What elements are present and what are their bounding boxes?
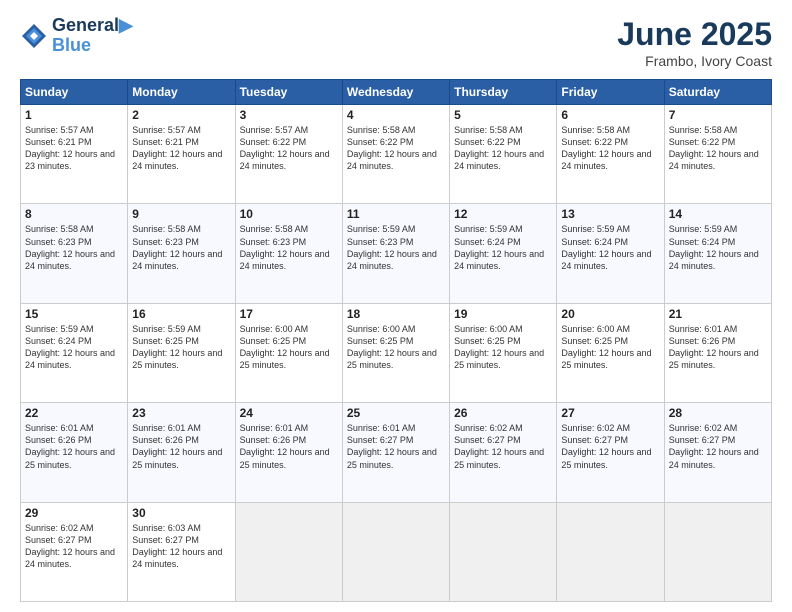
table-row: 25Sunrise: 6:01 AMSunset: 6:27 PMDayligh…: [342, 403, 449, 502]
table-row: 10Sunrise: 5:58 AMSunset: 6:23 PMDayligh…: [235, 204, 342, 303]
calendar-week-row: 22Sunrise: 6:01 AMSunset: 6:26 PMDayligh…: [21, 403, 772, 502]
month-title: June 2025: [617, 16, 772, 53]
page: General▶ Blue June 2025 Frambo, Ivory Co…: [0, 0, 792, 612]
calendar-week-row: 1Sunrise: 5:57 AMSunset: 6:21 PMDaylight…: [21, 105, 772, 204]
title-area: June 2025 Frambo, Ivory Coast: [617, 16, 772, 69]
table-row: 5Sunrise: 5:58 AMSunset: 6:22 PMDaylight…: [450, 105, 557, 204]
table-row: 17Sunrise: 6:00 AMSunset: 6:25 PMDayligh…: [235, 303, 342, 402]
table-row: 21Sunrise: 6:01 AMSunset: 6:26 PMDayligh…: [664, 303, 771, 402]
calendar-week-row: 29Sunrise: 6:02 AMSunset: 6:27 PMDayligh…: [21, 502, 772, 601]
table-row: 30Sunrise: 6:03 AMSunset: 6:27 PMDayligh…: [128, 502, 235, 601]
table-row: 9Sunrise: 5:58 AMSunset: 6:23 PMDaylight…: [128, 204, 235, 303]
location: Frambo, Ivory Coast: [617, 53, 772, 69]
table-row: 24Sunrise: 6:01 AMSunset: 6:26 PMDayligh…: [235, 403, 342, 502]
table-row: 4Sunrise: 5:58 AMSunset: 6:22 PMDaylight…: [342, 105, 449, 204]
header-saturday: Saturday: [664, 80, 771, 105]
logo-text: General▶ Blue: [52, 16, 133, 56]
calendar-table: Sunday Monday Tuesday Wednesday Thursday…: [20, 79, 772, 602]
table-row: 6Sunrise: 5:58 AMSunset: 6:22 PMDaylight…: [557, 105, 664, 204]
table-row: 13Sunrise: 5:59 AMSunset: 6:24 PMDayligh…: [557, 204, 664, 303]
table-row: 23Sunrise: 6:01 AMSunset: 6:26 PMDayligh…: [128, 403, 235, 502]
table-row: 8Sunrise: 5:58 AMSunset: 6:23 PMDaylight…: [21, 204, 128, 303]
table-row: 16Sunrise: 5:59 AMSunset: 6:25 PMDayligh…: [128, 303, 235, 402]
calendar-week-row: 8Sunrise: 5:58 AMSunset: 6:23 PMDaylight…: [21, 204, 772, 303]
table-row: 27Sunrise: 6:02 AMSunset: 6:27 PMDayligh…: [557, 403, 664, 502]
calendar-week-row: 15Sunrise: 5:59 AMSunset: 6:24 PMDayligh…: [21, 303, 772, 402]
table-row: 26Sunrise: 6:02 AMSunset: 6:27 PMDayligh…: [450, 403, 557, 502]
table-row: 29Sunrise: 6:02 AMSunset: 6:27 PMDayligh…: [21, 502, 128, 601]
header-monday: Monday: [128, 80, 235, 105]
weekday-header-row: Sunday Monday Tuesday Wednesday Thursday…: [21, 80, 772, 105]
table-row: [342, 502, 449, 601]
table-row: 7Sunrise: 5:58 AMSunset: 6:22 PMDaylight…: [664, 105, 771, 204]
table-row: 15Sunrise: 5:59 AMSunset: 6:24 PMDayligh…: [21, 303, 128, 402]
table-row: 12Sunrise: 5:59 AMSunset: 6:24 PMDayligh…: [450, 204, 557, 303]
header: General▶ Blue June 2025 Frambo, Ivory Co…: [20, 16, 772, 69]
table-row: 3Sunrise: 5:57 AMSunset: 6:22 PMDaylight…: [235, 105, 342, 204]
table-row: 11Sunrise: 5:59 AMSunset: 6:23 PMDayligh…: [342, 204, 449, 303]
table-row: 19Sunrise: 6:00 AMSunset: 6:25 PMDayligh…: [450, 303, 557, 402]
table-row: 20Sunrise: 6:00 AMSunset: 6:25 PMDayligh…: [557, 303, 664, 402]
table-row: [450, 502, 557, 601]
table-row: [557, 502, 664, 601]
logo: General▶ Blue: [20, 16, 133, 56]
header-tuesday: Tuesday: [235, 80, 342, 105]
table-row: 18Sunrise: 6:00 AMSunset: 6:25 PMDayligh…: [342, 303, 449, 402]
header-wednesday: Wednesday: [342, 80, 449, 105]
table-row: [235, 502, 342, 601]
header-thursday: Thursday: [450, 80, 557, 105]
table-row: 14Sunrise: 5:59 AMSunset: 6:24 PMDayligh…: [664, 204, 771, 303]
table-row: 2Sunrise: 5:57 AMSunset: 6:21 PMDaylight…: [128, 105, 235, 204]
logo-icon: [20, 22, 48, 50]
header-friday: Friday: [557, 80, 664, 105]
table-row: 28Sunrise: 6:02 AMSunset: 6:27 PMDayligh…: [664, 403, 771, 502]
table-row: 1Sunrise: 5:57 AMSunset: 6:21 PMDaylight…: [21, 105, 128, 204]
table-row: 22Sunrise: 6:01 AMSunset: 6:26 PMDayligh…: [21, 403, 128, 502]
table-row: [664, 502, 771, 601]
header-sunday: Sunday: [21, 80, 128, 105]
